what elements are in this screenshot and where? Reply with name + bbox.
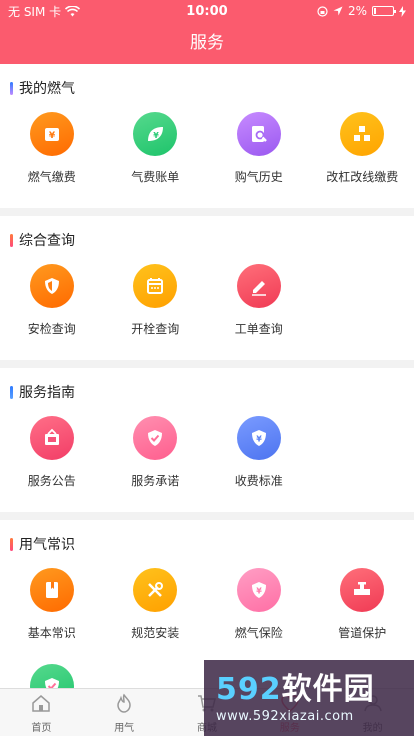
service-item[interactable]: 管道保护 — [311, 568, 414, 664]
svg-text:¥: ¥ — [256, 435, 262, 444]
leaf-yen-icon: ¥ — [133, 112, 178, 156]
section-accent-bar — [10, 81, 13, 95]
service-item[interactable]: 购气历史 — [207, 112, 311, 208]
service-item-label: 规范安装 — [131, 626, 180, 640]
home-icon — [30, 692, 52, 719]
search-doc-icon — [236, 112, 281, 156]
service-item-label: 工单查询 — [234, 322, 283, 336]
shield-check-icon — [29, 664, 74, 688]
service-section: 综合查询安检查询 开栓查询 工单查询 — [0, 216, 414, 360]
service-section: 服务指南服务公告 服务承诺 ¥ 收费标准 — [0, 368, 414, 512]
watermark-logo: 592软件园 www.592xiazai.com — [204, 660, 414, 736]
rotation-lock-icon — [317, 5, 328, 17]
yen-shield-icon: ¥ — [236, 416, 281, 460]
service-item[interactable]: 开栓查询 — [104, 264, 208, 360]
service-item-label: 燃气保险 — [234, 626, 283, 640]
svg-text:¥: ¥ — [153, 131, 159, 140]
service-item[interactable]: ¥ 气费账单 — [104, 112, 208, 208]
shield-icon — [29, 264, 74, 308]
service-content[interactable]: 我的燃气 ¥ 燃气缴费 ¥ 气费账单 购气历史 改杠改线缴费综合查询安检查询 开栓查询 工单查询… — [0, 64, 414, 688]
app-header: 无 SIM 卡 10:00 2% 服务 — [0, 0, 414, 64]
pipe-icon — [340, 568, 385, 612]
location-icon — [333, 6, 343, 16]
service-item[interactable]: ¥ 收费标准 — [207, 416, 311, 512]
section-header: 综合查询 — [0, 216, 414, 264]
section-title: 用气常识 — [19, 537, 75, 553]
section-title: 综合查询 — [19, 233, 75, 249]
service-item[interactable]: 规范安装 — [104, 568, 208, 664]
yen-card-icon: ¥ — [29, 112, 74, 156]
section-accent-bar — [10, 233, 13, 247]
section-title: 我的燃气 — [19, 81, 75, 97]
tab-label: 用气 — [114, 722, 135, 734]
service-item[interactable]: 改杠改线缴费 — [311, 112, 414, 208]
section-header: 用气常识 — [0, 520, 414, 568]
wifi-icon — [65, 5, 81, 16]
service-item-label: 基本常识 — [27, 626, 76, 640]
service-item[interactable] — [0, 664, 104, 688]
section-header: 服务指南 — [0, 368, 414, 416]
watermark-url: www.592xiazai.com — [216, 708, 354, 724]
section-grid: 服务公告 服务承诺 ¥ 收费标准 — [0, 416, 414, 512]
pencil-icon — [236, 264, 281, 308]
service-section: 我的燃气 ¥ 燃气缴费 ¥ 气费账单 购气历史 改杠改线缴费 — [0, 64, 414, 208]
svg-text:¥: ¥ — [256, 587, 262, 596]
svg-text:¥: ¥ — [49, 131, 56, 141]
section-grid: ¥ 燃气缴费 ¥ 气费账单 购气历史 改杠改线缴费 — [0, 112, 414, 208]
service-item-label: 服务承诺 — [131, 474, 180, 488]
service-item-label: 收费标准 — [234, 474, 283, 488]
service-item-label: 气费账单 — [131, 170, 180, 184]
section-title: 服务指南 — [19, 385, 75, 401]
flame-icon — [113, 692, 135, 719]
service-item-label: 安检查询 — [27, 322, 76, 336]
service-item[interactable]: 工单查询 — [207, 264, 311, 360]
watermark-text: 软件园 — [281, 671, 375, 707]
shield-check-icon — [133, 416, 178, 460]
page-title: 服务 — [190, 33, 224, 53]
service-item[interactable]: 服务承诺 — [104, 416, 208, 512]
insurance-icon: ¥ — [236, 568, 281, 612]
section-accent-bar — [10, 537, 13, 551]
service-item-label: 购气历史 — [234, 170, 283, 184]
carrier-label: 无 SIM 卡 — [8, 4, 62, 19]
service-item[interactable]: ¥ 燃气保险 — [207, 568, 311, 664]
service-item-label: 服务公告 — [27, 474, 76, 488]
battery-percent: 2% — [347, 4, 367, 18]
watermark-number: 592 — [216, 671, 282, 707]
section-grid: 安检查询 开栓查询 工单查询 — [0, 264, 414, 360]
calendar-icon — [133, 264, 178, 308]
boxes-icon — [340, 112, 385, 156]
service-item[interactable]: 服务公告 — [0, 416, 104, 512]
service-item-label: 开栓查询 — [131, 322, 180, 336]
service-item-label: 燃气缴费 — [27, 170, 76, 184]
charging-icon — [399, 5, 406, 17]
battery-icon — [372, 6, 396, 16]
service-item[interactable]: 安检查询 — [0, 264, 104, 360]
service-item[interactable]: ¥ 燃气缴费 — [0, 112, 104, 208]
service-item[interactable]: 基本常识 — [0, 568, 104, 664]
tab-item[interactable]: 首页 — [0, 689, 83, 736]
status-time: 10:00 — [186, 4, 228, 19]
book-icon — [29, 568, 74, 612]
section-header: 我的燃气 — [0, 64, 414, 112]
section-accent-bar — [10, 385, 13, 399]
tab-item[interactable]: 用气 — [83, 689, 166, 736]
status-bar: 无 SIM 卡 10:00 2% — [0, 0, 414, 22]
service-item-label: 改杠改线缴费 — [326, 170, 399, 184]
service-item-label: 管道保护 — [338, 626, 387, 640]
tab-label: 首页 — [31, 722, 52, 734]
tools-icon — [133, 568, 178, 612]
notice-board-icon — [29, 416, 74, 460]
